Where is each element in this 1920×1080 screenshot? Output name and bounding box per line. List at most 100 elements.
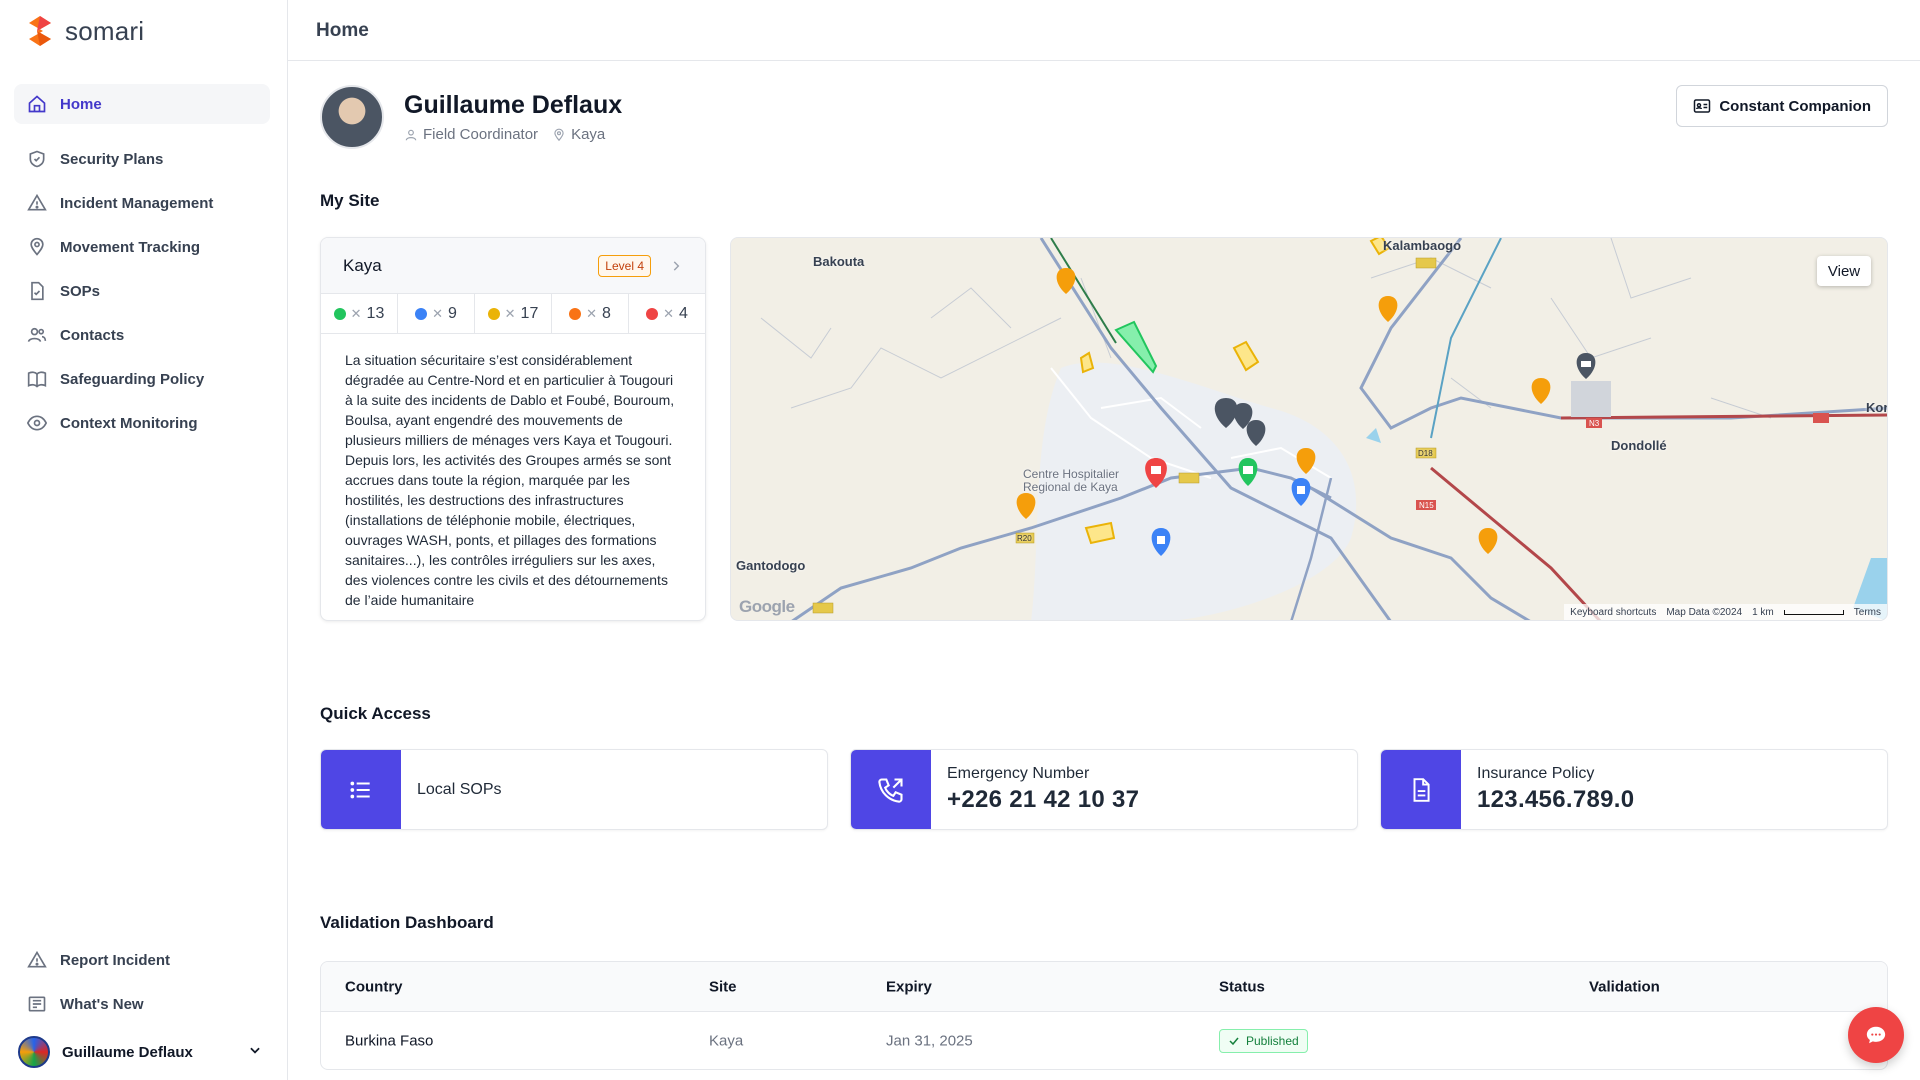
map-label-gantodogo: Gantodogo bbox=[736, 558, 806, 573]
chevron-right-icon[interactable] bbox=[669, 259, 683, 273]
terms-link[interactable]: Terms bbox=[1854, 607, 1881, 618]
times-icon: ✕ bbox=[432, 305, 443, 321]
sidebar-item-whats-new[interactable]: What's New bbox=[14, 984, 270, 1024]
sidebar-item-label: Movement Tracking bbox=[60, 238, 201, 256]
sidebar-item-sops[interactable]: SOPs bbox=[14, 271, 270, 311]
chat-icon bbox=[1866, 1026, 1886, 1044]
quick-access-label: Insurance Policy bbox=[1477, 765, 1595, 782]
sidebar-item-incident-management[interactable]: Incident Management bbox=[14, 183, 270, 223]
cell-site: Kaya bbox=[709, 1032, 744, 1050]
list-icon bbox=[321, 750, 401, 829]
constant-companion-label: Constant Companion bbox=[1719, 97, 1871, 115]
map-label-bakouta: Bakouta bbox=[813, 254, 865, 269]
count-green: ✕ 13 bbox=[321, 294, 398, 333]
users-icon bbox=[26, 324, 48, 346]
column-header-site: Site bbox=[709, 978, 737, 995]
keyboard-shortcuts-link[interactable]: Keyboard shortcuts bbox=[1570, 607, 1656, 618]
quick-access-label: Local SOPs bbox=[417, 780, 502, 798]
page-title: Home bbox=[316, 20, 369, 41]
map-label-hospital: Centre Hospitalier Regional de Kaya bbox=[1023, 467, 1120, 494]
app-root: somari Home Security Plans Incident Mana… bbox=[0, 0, 1920, 1080]
check-icon bbox=[1229, 1037, 1239, 1046]
level-badge: Level 4 bbox=[598, 254, 651, 277]
site-card-header[interactable]: Kaya Level 4 bbox=[321, 238, 705, 294]
count-value: 17 bbox=[520, 304, 539, 322]
sidebar-item-report-incident[interactable]: Report Incident bbox=[14, 940, 270, 980]
sidebar-item-safeguarding-policy[interactable]: Safeguarding Policy bbox=[14, 359, 270, 399]
book-icon bbox=[26, 368, 48, 390]
sidebar-item-contacts[interactable]: Contacts bbox=[14, 315, 270, 355]
quick-access-insurance-policy[interactable]: Insurance Policy 123.456.789.0 bbox=[1380, 749, 1888, 830]
document-check-icon bbox=[26, 280, 48, 302]
count-value: 8 bbox=[602, 304, 611, 322]
status-badge: Published bbox=[1219, 1029, 1308, 1053]
app-name: somari bbox=[65, 15, 145, 46]
user-menu[interactable]: Guillaume Deflaux bbox=[18, 1036, 270, 1068]
road-label-d18: D18 bbox=[1418, 449, 1433, 458]
quick-access-emergency-number[interactable]: Emergency Number +226 21 42 10 37 bbox=[850, 749, 1358, 830]
warning-icon bbox=[26, 192, 48, 214]
emergency-number-value: +226 21 42 10 37 bbox=[947, 786, 1140, 813]
sidebar-item-security-plans[interactable]: Security Plans bbox=[14, 139, 270, 179]
times-icon: ✕ bbox=[586, 305, 597, 321]
sidebar-item-label: Security Plans bbox=[60, 150, 164, 168]
sidebar-item-label: Incident Management bbox=[60, 194, 214, 212]
sidebar-item-home[interactable]: Home bbox=[14, 84, 270, 124]
status-text: Published bbox=[1246, 1034, 1299, 1048]
home-icon bbox=[26, 93, 48, 115]
count-orange: ✕ 8 bbox=[552, 294, 629, 333]
location-pin-icon bbox=[26, 236, 48, 258]
site-map[interactable]: Bakouta Kalambaogo Dondollé Gantodogo Ko… bbox=[730, 237, 1888, 621]
cell-country: Burkina Faso bbox=[345, 1032, 434, 1050]
quick-access-label: Emergency Number bbox=[947, 765, 1090, 782]
sidebar-item-movement-tracking[interactable]: Movement Tracking bbox=[14, 227, 270, 267]
location-pin-icon bbox=[554, 128, 564, 141]
sidebar-bottom-nav: Report Incident What's New bbox=[14, 940, 270, 1028]
validation-dashboard-title: Validation Dashboard bbox=[320, 913, 494, 932]
site-card: Kaya Level 4 ✕ 13 ✕ 9 ✕ 17 ✕ 8 ✕ 4 La situati… bbox=[320, 237, 706, 621]
eye-icon bbox=[26, 412, 48, 434]
sidebar-item-label: Safeguarding Policy bbox=[60, 370, 205, 388]
map-view-button[interactable]: View bbox=[1817, 256, 1871, 286]
quick-access-local-sops[interactable]: Local SOPs bbox=[320, 749, 828, 830]
sidebar-item-label: SOPs bbox=[60, 282, 101, 300]
chat-button[interactable] bbox=[1848, 1007, 1904, 1063]
road-label-r20: R20 bbox=[1017, 534, 1032, 543]
my-site-title: My Site bbox=[320, 191, 380, 210]
blue-dot-icon bbox=[415, 307, 428, 320]
sidebar-item-context-monitoring[interactable]: Context Monitoring bbox=[14, 403, 270, 443]
top-bar: Home bbox=[288, 0, 1920, 61]
red-dot-icon bbox=[646, 307, 659, 320]
times-icon: ✕ bbox=[350, 305, 362, 321]
incident-counts: ✕ 13 ✕ 9 ✕ 17 ✕ 8 ✕ 4 bbox=[321, 294, 705, 334]
sidebar-item-label: Contacts bbox=[60, 326, 125, 344]
google-logo: Google bbox=[739, 597, 795, 616]
profile-location: Kaya bbox=[552, 126, 605, 143]
person-icon bbox=[405, 129, 417, 140]
table-row[interactable]: Burkina Faso Kaya Jan 31, 2025 Published bbox=[321, 1012, 1887, 1069]
road-label-n15: N15 bbox=[1419, 501, 1434, 510]
map-label-kor: Kor bbox=[1866, 400, 1888, 415]
id-card-icon bbox=[1694, 99, 1711, 113]
logo[interactable]: somari bbox=[25, 14, 144, 48]
sidebar-item-label: Home bbox=[60, 95, 102, 113]
site-description: La situation sécuritaire s’est considéra… bbox=[345, 352, 675, 608]
chevron-down-icon bbox=[248, 1043, 262, 1061]
map-data-credit: Map Data ©2024 bbox=[1666, 606, 1743, 618]
times-icon: ✕ bbox=[504, 305, 516, 321]
map-footer: Keyboard shortcuts Map Data ©2024 1 km T… bbox=[1564, 604, 1887, 620]
road-label-n3: N3 bbox=[1589, 419, 1600, 428]
constant-companion-button[interactable]: Constant Companion bbox=[1676, 85, 1888, 127]
sidebar-item-label: Context Monitoring bbox=[60, 414, 198, 432]
sidebar: somari Home Security Plans Incident Mana… bbox=[0, 0, 288, 1080]
shield-icon bbox=[26, 148, 48, 170]
avatar bbox=[18, 1036, 50, 1068]
cell-expiry: Jan 31, 2025 bbox=[886, 1032, 973, 1050]
somari-logo-icon bbox=[29, 16, 51, 46]
map-label-kalambaogo: Kalambaogo bbox=[1383, 238, 1462, 253]
profile-photo bbox=[320, 85, 384, 149]
sidebar-item-label: What's New bbox=[60, 995, 144, 1013]
scale-bar-icon bbox=[1783, 609, 1844, 615]
count-value: 9 bbox=[448, 304, 457, 322]
insurance-policy-value: 123.456.789.0 bbox=[1477, 786, 1635, 813]
